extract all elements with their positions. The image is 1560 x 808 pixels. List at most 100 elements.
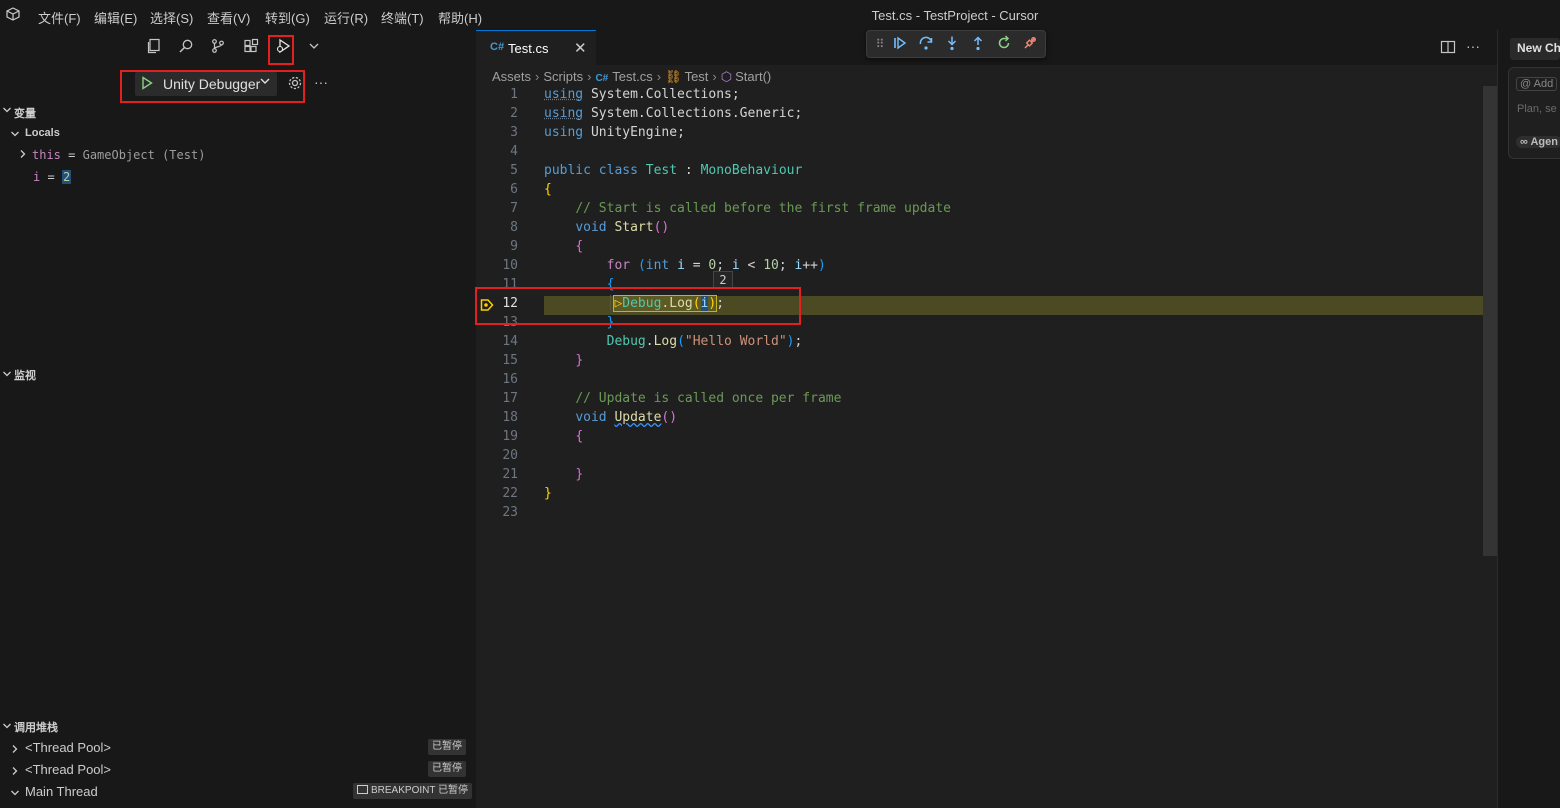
code-line[interactable]: 9 {	[476, 239, 1483, 258]
debug-config-select[interactable]: Unity Debugger	[135, 72, 277, 96]
code-line[interactable]: 2 using System.Collections.Generic;	[476, 106, 1483, 125]
code-line[interactable]: 14 Debug.Log("Hello World");	[476, 334, 1483, 353]
code-line[interactable]: 4	[476, 144, 1483, 163]
chevron-right-icon: ›	[587, 69, 592, 84]
code-line[interactable]: 18 void Update()	[476, 410, 1483, 429]
chat-input-box[interactable]: @ Add Plan, se ∞ Agen	[1508, 67, 1560, 159]
code-line[interactable]: 5 public class Test : MonoBehaviour	[476, 163, 1483, 182]
search-icon[interactable]	[174, 38, 198, 58]
variable-name: i	[33, 170, 41, 184]
breakpoint-stopped-icon[interactable]	[480, 298, 494, 315]
run-debug-icon[interactable]	[271, 38, 295, 58]
chevron-right-icon	[18, 148, 32, 162]
chevron-right-icon: ›	[712, 69, 717, 84]
thread-row[interactable]: <Thread Pool> 已暂停	[0, 759, 475, 781]
code-line[interactable]: 15 }	[476, 353, 1483, 372]
chat-placeholder: Plan, se	[1517, 103, 1557, 115]
breadcrumb-item[interactable]: Test.cs	[612, 69, 652, 84]
chevron-right-icon: ›	[656, 69, 662, 84]
start-debugging-icon[interactable]	[141, 76, 153, 93]
chat-tab[interactable]: New Ch	[1510, 38, 1560, 60]
breakpoint-icon	[357, 785, 368, 794]
code-line[interactable]: 22}	[476, 486, 1483, 505]
breadcrumb: Assets › Scripts › C# Test.cs › ⛓ Test › ⬡ Start()	[492, 69, 771, 85]
callstack-section-title[interactable]: 调用堆栈	[14, 719, 58, 735]
chevron-down-icon[interactable]	[2, 367, 12, 382]
code-line[interactable]: 16	[476, 372, 1483, 391]
chevron-down-icon[interactable]	[2, 719, 12, 734]
code-line[interactable]: 7 // Start is called before the first fr…	[476, 201, 1483, 220]
step-out-icon[interactable]	[969, 35, 987, 53]
menu-run[interactable]: 运行(R)	[324, 8, 368, 27]
chat-tab-label: New Ch	[1517, 41, 1560, 55]
variable-i[interactable]: i = 2	[33, 170, 72, 184]
breadcrumb-item[interactable]: Assets	[492, 69, 531, 84]
code-line[interactable]: 19 {	[476, 429, 1483, 448]
agent-mode-selector[interactable]: ∞ Agen	[1516, 136, 1560, 148]
close-icon[interactable]: ✕	[574, 39, 587, 57]
chevron-down-icon	[259, 75, 271, 90]
more-actions-icon[interactable]: ···	[314, 74, 328, 90]
code-line[interactable]: 10 for (int i = 0; i < 10; i++)	[476, 258, 1483, 277]
thread-name: <Thread Pool>	[25, 740, 112, 755]
menu-help[interactable]: 帮助(H)	[438, 8, 482, 27]
step-into-icon[interactable]	[943, 35, 961, 53]
run-debug-sidebar: Unity Debugger ··· 变量 Locals this = Game…	[0, 30, 475, 808]
class-icon: ⛓	[665, 69, 682, 84]
menu-selection[interactable]: 选择(S)	[150, 8, 193, 27]
menu-terminal[interactable]: 终端(T)	[381, 8, 424, 27]
explorer-icon[interactable]	[142, 38, 166, 58]
breadcrumb-item[interactable]: Test	[685, 69, 709, 84]
breadcrumb-item[interactable]: Start()	[735, 69, 771, 84]
chevron-down-icon[interactable]	[302, 38, 326, 58]
extensions-icon[interactable]	[239, 38, 263, 58]
tab-test-cs[interactable]: C# Test.cs ✕	[476, 30, 596, 65]
status-badge: 已暂停	[428, 739, 466, 755]
chevron-right-icon	[10, 742, 20, 757]
menu-file[interactable]: 文件(F)	[38, 8, 81, 27]
drag-handle-icon[interactable]: ⠿	[871, 35, 889, 53]
code-line[interactable]: 11 {	[476, 277, 1483, 296]
thread-row[interactable]: Main Thread BREAKPOINT 已暂停	[0, 781, 475, 803]
variable-value: 2	[61, 170, 72, 184]
code-line[interactable]: 3 using UnityEngine;	[476, 125, 1483, 144]
variables-section-title[interactable]: 变量	[14, 105, 36, 121]
thread-name: Main Thread	[25, 784, 98, 799]
continue-icon[interactable]	[891, 35, 909, 53]
variable-this[interactable]: this = GameObject (Test)	[18, 148, 205, 162]
cursor-logo-icon	[6, 7, 22, 23]
more-actions-icon[interactable]: ···	[1466, 38, 1480, 54]
code-line[interactable]: 21 }	[476, 467, 1483, 486]
pause-reason-badge: BREAKPOINT 已暂停	[353, 783, 473, 799]
split-editor-icon[interactable]	[1440, 39, 1456, 58]
chevron-down-icon	[10, 786, 20, 801]
debug-config-label: Unity Debugger	[163, 76, 261, 92]
breadcrumb-item[interactable]: Scripts	[543, 69, 583, 84]
menu-view[interactable]: 查看(V)	[207, 8, 250, 27]
code-line[interactable]: 1 using System.Collections;	[476, 87, 1483, 106]
chevron-down-icon[interactable]	[10, 127, 20, 142]
code-line-current[interactable]: 12 │▷Debug.Log(i);	[476, 295, 1483, 315]
watch-section-title[interactable]: 监视	[14, 367, 36, 383]
add-context-button[interactable]: @ Add	[1516, 77, 1558, 91]
gear-icon[interactable]	[287, 75, 303, 91]
locals-scope-title[interactable]: Locals	[25, 127, 60, 139]
code-line[interactable]: 23	[476, 505, 1483, 524]
code-line[interactable]: 6{	[476, 182, 1483, 201]
editor-scrollbar[interactable]	[1483, 86, 1497, 556]
code-line[interactable]: 20	[476, 448, 1483, 467]
step-over-icon[interactable]	[917, 35, 935, 53]
menu-goto[interactable]: 转到(G)	[265, 8, 310, 27]
code-line[interactable]: 8 void Start()	[476, 220, 1483, 239]
thread-row[interactable]: <Thread Pool> 已暂停	[0, 737, 475, 759]
menu-edit[interactable]: 编辑(E)	[94, 8, 137, 27]
code-line[interactable]: 13 }	[476, 315, 1483, 334]
code-line[interactable]: 17 // Update is called once per frame	[476, 391, 1483, 410]
chevron-down-icon[interactable]	[2, 105, 12, 118]
source-control-icon[interactable]	[206, 38, 230, 58]
disconnect-icon[interactable]	[1021, 35, 1039, 53]
restart-icon[interactable]	[995, 35, 1013, 53]
debug-hover-value: 2	[713, 271, 733, 289]
tab-label: Test.cs	[508, 41, 549, 56]
status-badge: 已暂停	[428, 761, 466, 777]
